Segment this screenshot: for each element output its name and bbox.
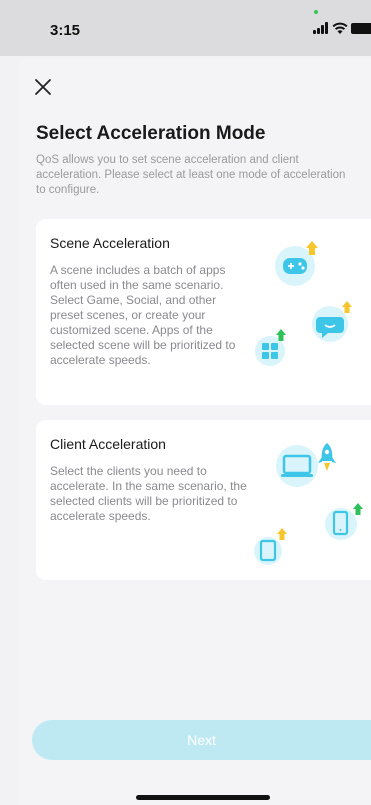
cellular-signal-icon [313,22,330,34]
card-title: Scene Acceleration [50,235,170,251]
wifi-icon [332,22,348,34]
card-title: Client Acceleration [50,436,166,452]
apps-grid-icon [255,329,286,366]
laptop-icon [276,445,318,487]
page-description: QoS allows you to set scene acceleration… [36,154,346,196]
phone-icon [325,503,363,540]
battery-icon [351,23,371,34]
rocket-icon [318,443,336,471]
next-button[interactable]: Next [32,720,371,760]
card-description: A scene includes a batch of apps often u… [50,263,236,367]
status-time: 3:15 [50,22,81,39]
status-bar: 3:15 [0,0,371,56]
home-indicator [136,795,270,800]
close-icon[interactable] [34,78,52,96]
tablet-icon [254,528,287,565]
client-acceleration-card[interactable]: Client Acceleration Select the clients y… [36,420,371,580]
chat-bubble-icon [312,301,352,342]
privacy-indicator-icon [314,10,318,14]
page-title: Select Acceleration Mode [36,123,266,144]
card-description: Select the clients you need to accelerat… [50,464,247,523]
gamepad-icon [275,241,318,286]
scene-acceleration-card[interactable]: Scene Acceleration A scene includes a ba… [36,219,371,405]
